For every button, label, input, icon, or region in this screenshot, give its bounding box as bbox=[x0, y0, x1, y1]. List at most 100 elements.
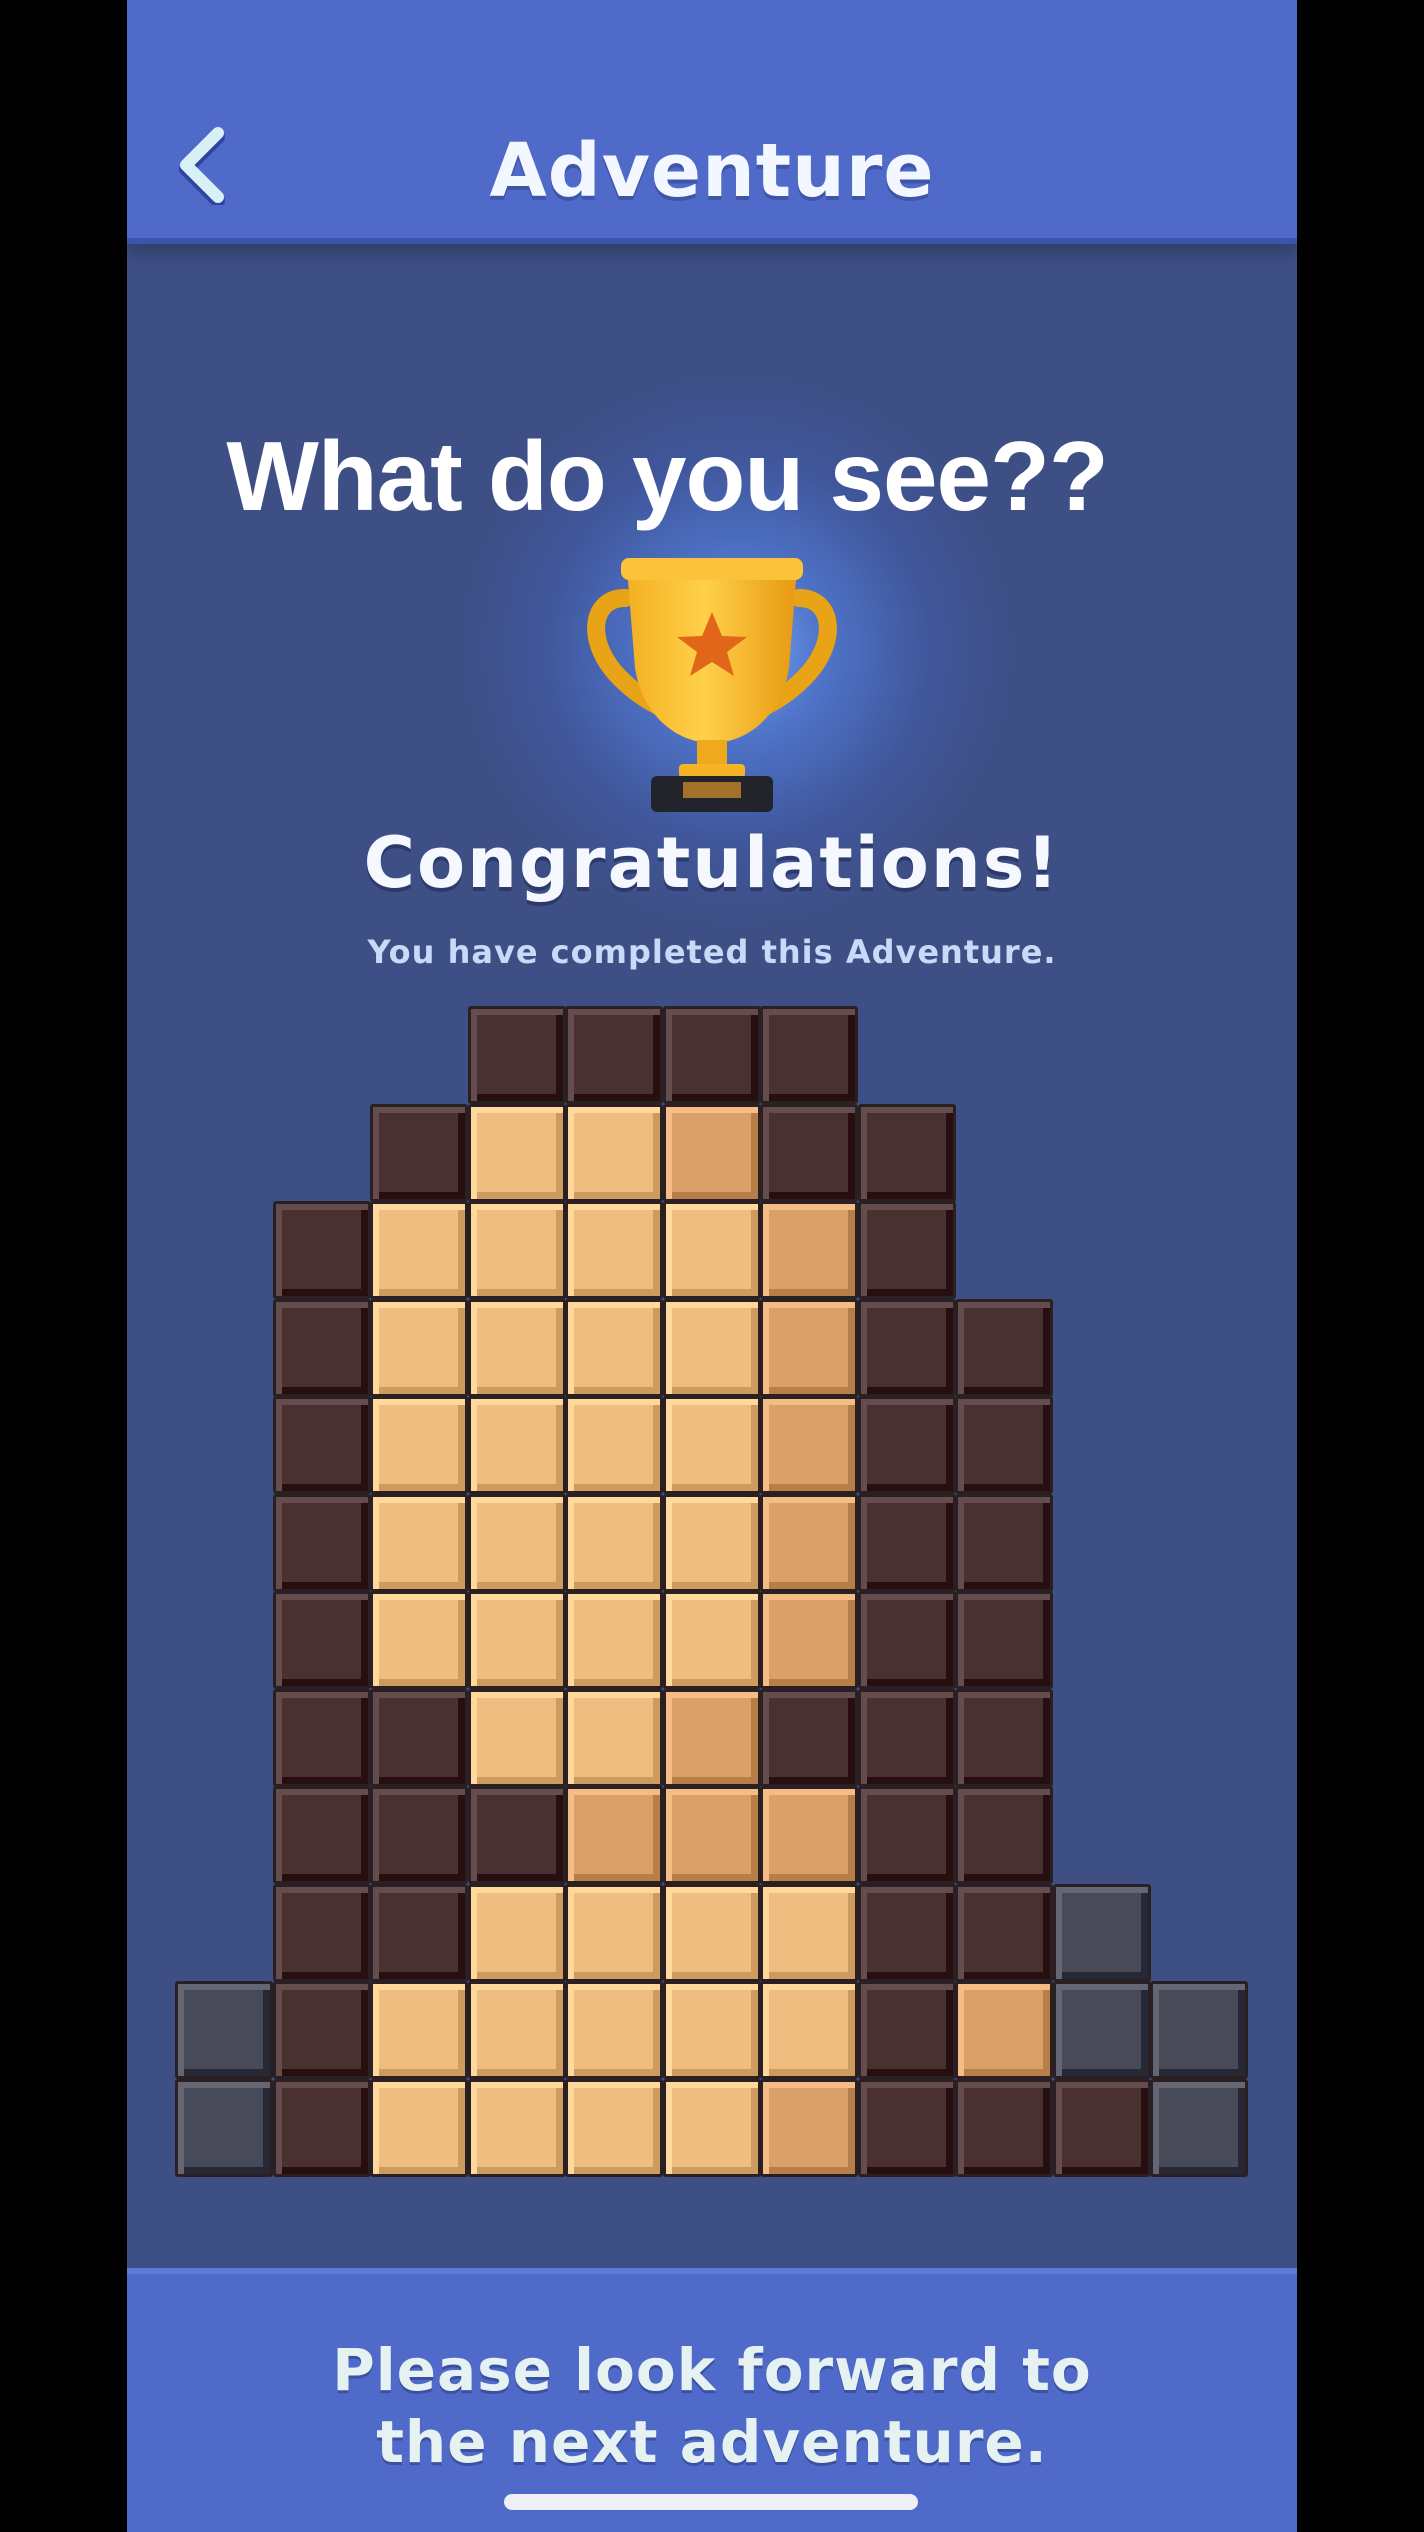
mosaic-tile-dark-brown bbox=[370, 1103, 468, 1202]
mosaic-tile-dark-brown bbox=[955, 1298, 1053, 1397]
mosaic-tile-dark-brown bbox=[272, 1493, 371, 1592]
mosaic-tile-light-tan bbox=[662, 2078, 761, 2177]
mosaic-tile-medium-tan bbox=[565, 1786, 663, 1884]
mosaic-tile-dark-brown bbox=[272, 1591, 371, 1689]
app-screen: Adventure What do you see?? Congratulati… bbox=[127, 0, 1297, 2532]
footer-message-line-2: the next adventure. bbox=[376, 2408, 1048, 2476]
trophy-icon bbox=[587, 558, 837, 812]
home-indicator[interactable] bbox=[504, 2494, 918, 2510]
mosaic-tile-dark-brown bbox=[760, 1103, 858, 1202]
mosaic-tile-dark-brown bbox=[370, 1883, 468, 1982]
mosaic-tile-dark-brown bbox=[370, 1786, 468, 1884]
mosaic-tile-dark-brown bbox=[857, 2078, 956, 2177]
mosaic-tile-light-tan bbox=[370, 1201, 468, 1299]
mosaic-tile-light-tan bbox=[565, 1591, 663, 1689]
mosaic-tile-light-tan bbox=[662, 1396, 761, 1494]
mosaic-tile-dark-brown bbox=[272, 1786, 371, 1884]
footer-message: Please look forward to the next adventur… bbox=[127, 2334, 1297, 2478]
mosaic-tile-dark-brown bbox=[272, 1981, 371, 2079]
mosaic-tile-dark-brown bbox=[272, 1396, 371, 1494]
mosaic-tile-dark-brown bbox=[857, 1396, 956, 1494]
mosaic-tile-dark-brown bbox=[857, 1591, 956, 1689]
mosaic-tile-dark-brown bbox=[272, 1688, 371, 1787]
mosaic-tile-dark-brown bbox=[955, 1396, 1053, 1494]
mosaic-tile-gray bbox=[1052, 1981, 1151, 2079]
mosaic-tile-dark-brown bbox=[955, 1591, 1053, 1689]
mosaic-tile-medium-tan bbox=[760, 2078, 858, 2177]
mosaic-tile-gray bbox=[175, 2078, 273, 2177]
congratulations-heading: Congratulations! bbox=[363, 822, 1061, 904]
question-heading: What do you see?? bbox=[226, 421, 1108, 531]
mosaic-tile-light-tan bbox=[662, 1591, 761, 1689]
mosaic-tile-dark-brown bbox=[272, 1201, 371, 1299]
mosaic-tile-light-tan bbox=[370, 1493, 468, 1592]
mosaic-tile-dark-brown bbox=[857, 1688, 956, 1787]
mosaic-tile-light-tan bbox=[565, 1298, 663, 1397]
mosaic-tile-light-tan bbox=[370, 1591, 468, 1689]
mosaic-tile-dark-brown bbox=[662, 1006, 761, 1104]
mosaic-tile-light-tan bbox=[760, 1981, 858, 2079]
mosaic-tile-gray bbox=[175, 1981, 273, 2079]
mosaic-tile-dark-brown bbox=[955, 1688, 1053, 1787]
mosaic-tile-light-tan bbox=[370, 1981, 468, 2079]
mosaic-tile-dark-brown bbox=[760, 1688, 858, 1787]
mosaic-tile-dark-brown bbox=[955, 1883, 1053, 1982]
mosaic-tile-medium-tan bbox=[662, 1786, 761, 1884]
mosaic-tile-medium-tan bbox=[760, 1591, 858, 1689]
mosaic-tile-light-tan bbox=[565, 1981, 663, 2079]
completion-subtitle: You have completed this Adventure. bbox=[367, 933, 1057, 971]
header-bar: Adventure bbox=[127, 0, 1297, 238]
mosaic-tile-medium-tan bbox=[662, 1103, 761, 1202]
mosaic-tile-light-tan bbox=[565, 1103, 663, 1202]
mosaic-tile-light-tan bbox=[662, 1298, 761, 1397]
mosaic-tile-light-tan bbox=[467, 1103, 566, 1202]
mosaic-tile-gray bbox=[1052, 1883, 1151, 1982]
mosaic-tile-dark-brown bbox=[857, 1493, 956, 1592]
mosaic-tile-light-tan bbox=[370, 1396, 468, 1494]
mosaic-tile-dark-brown bbox=[955, 1786, 1053, 1884]
mosaic-tile-medium-tan bbox=[760, 1298, 858, 1397]
mosaic-tile-dark-brown bbox=[955, 2078, 1053, 2177]
mosaic-tile-gray bbox=[1150, 1981, 1248, 2079]
mosaic-tile-gray bbox=[1150, 2078, 1248, 2177]
mosaic-tile-light-tan bbox=[565, 2078, 663, 2177]
mosaic-tile-light-tan bbox=[467, 1396, 566, 1494]
mosaic-tile-medium-tan bbox=[760, 1201, 858, 1299]
mosaic-tile-light-tan bbox=[467, 1883, 566, 1982]
mosaic-tile-medium-tan bbox=[760, 1786, 858, 1884]
mosaic-tile-dark-brown bbox=[1052, 2078, 1151, 2177]
mosaic-tile-dark-brown bbox=[467, 1006, 566, 1104]
mosaic-tile-light-tan bbox=[467, 1688, 566, 1787]
mosaic-tile-light-tan bbox=[467, 1493, 566, 1592]
mosaic-tile-medium-tan bbox=[760, 1493, 858, 1592]
mosaic-tile-dark-brown bbox=[857, 1883, 956, 1982]
mosaic-tile-light-tan bbox=[662, 1493, 761, 1592]
mosaic-tile-medium-tan bbox=[662, 1688, 761, 1787]
page-title: Adventure bbox=[489, 128, 935, 214]
mosaic-tile-light-tan bbox=[467, 1298, 566, 1397]
mosaic-tile-light-tan bbox=[565, 1883, 663, 1982]
mosaic-tile-light-tan bbox=[662, 1883, 761, 1982]
mosaic-tile-light-tan bbox=[467, 1591, 566, 1689]
mosaic-tile-dark-brown bbox=[857, 1103, 956, 1202]
mosaic-tile-dark-brown bbox=[760, 1006, 858, 1104]
mosaic-tile-dark-brown bbox=[467, 1786, 566, 1884]
mosaic-tile-dark-brown bbox=[370, 1688, 468, 1787]
mosaic-tile-light-tan bbox=[760, 1883, 858, 1982]
mosaic-tile-light-tan bbox=[662, 1201, 761, 1299]
mosaic-tile-dark-brown bbox=[565, 1006, 663, 1104]
mosaic-tile-medium-tan bbox=[955, 1981, 1053, 2079]
mosaic-tile-light-tan bbox=[370, 2078, 468, 2177]
mosaic-tile-light-tan bbox=[467, 1981, 566, 2079]
mosaic-tile-light-tan bbox=[565, 1396, 663, 1494]
mosaic-tile-light-tan bbox=[467, 1201, 566, 1299]
mosaic-tile-dark-brown bbox=[857, 1298, 956, 1397]
mosaic-tile-light-tan bbox=[662, 1981, 761, 2079]
mosaic-tile-light-tan bbox=[370, 1298, 468, 1397]
mosaic-tile-light-tan bbox=[565, 1201, 663, 1299]
mosaic-tile-dark-brown bbox=[272, 1298, 371, 1397]
mosaic-tile-dark-brown bbox=[272, 1883, 371, 1982]
mosaic-tile-dark-brown bbox=[857, 1786, 956, 1884]
footer-message-line-1: Please look forward to bbox=[332, 2336, 1092, 2404]
mosaic-tile-light-tan bbox=[565, 1688, 663, 1787]
